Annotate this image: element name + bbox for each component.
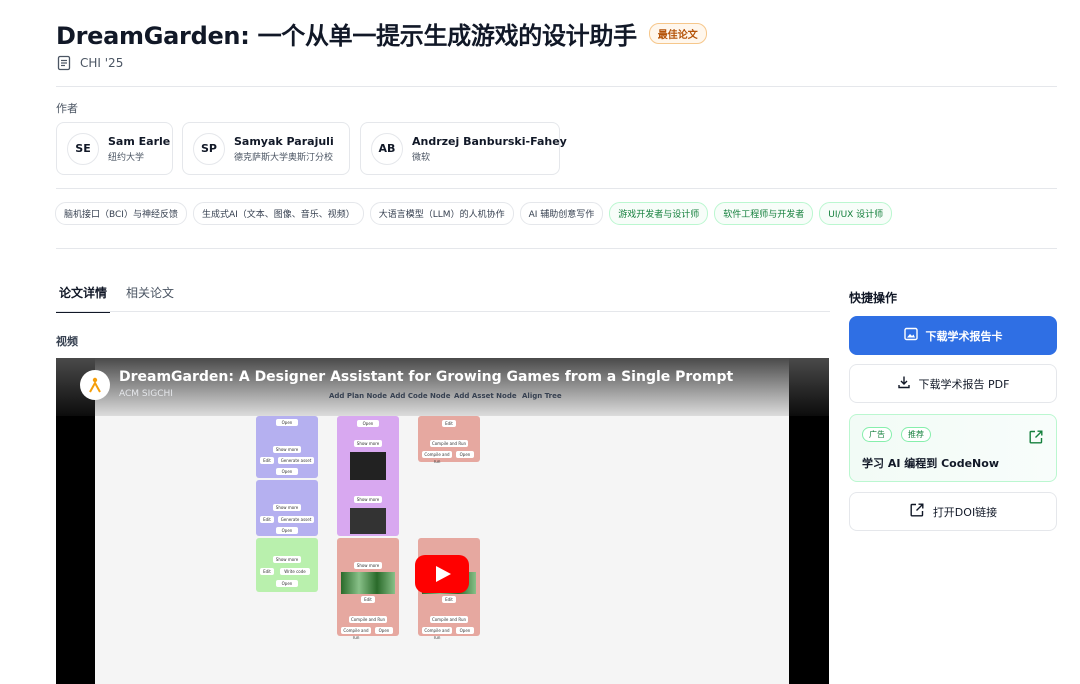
ad-tag: 广告 bbox=[862, 427, 892, 442]
venue-label: CHI '25 bbox=[80, 56, 124, 70]
plan-node: Open Show more Edit Generate asset Open bbox=[256, 416, 318, 478]
venue: CHI '25 bbox=[56, 55, 123, 71]
video-channel[interactable]: ACM SIGCHI bbox=[119, 389, 173, 399]
code-node: Show more Edit Write code Open bbox=[256, 538, 318, 592]
ad-card[interactable]: 广告 推荐 学习 AI 编程到 CodeNow bbox=[849, 414, 1057, 482]
download-report-card-button[interactable]: 下载学术报告卡 bbox=[849, 316, 1057, 355]
paper-title: DreamGarden: 一个从单一提示生成游戏的设计助手 bbox=[56, 22, 637, 50]
tag[interactable]: 生成式AI（文本、图像、音乐、视频） bbox=[192, 202, 364, 225]
image-icon bbox=[903, 327, 918, 344]
download-pdf-label: 下载学术报告 PDF bbox=[918, 377, 1010, 391]
video-header: DreamGarden: A Designer Assistant for Gr… bbox=[56, 358, 829, 416]
asset-node: Open Show more Show more bbox=[337, 416, 399, 536]
ad-title: 学习 AI 编程到 CodeNow bbox=[862, 457, 999, 470]
author-name: Sam Earle bbox=[108, 134, 171, 148]
tag-audience[interactable]: UI/UX 设计师 bbox=[819, 202, 893, 225]
video-player[interactable]: Open Show more Edit Generate asset Open … bbox=[56, 358, 829, 684]
content-tabs: 论文详情 相关论文 bbox=[56, 284, 174, 313]
download-icon bbox=[897, 375, 911, 392]
author-affiliation: 微软 bbox=[412, 152, 431, 163]
tabs-underline bbox=[56, 311, 830, 312]
author-card[interactable]: SP Samyak Parajuli 德克萨斯大学奥斯汀分校 bbox=[182, 122, 350, 175]
video-label: 视频 bbox=[56, 335, 78, 348]
external-link-icon bbox=[909, 502, 925, 521]
document-icon bbox=[56, 55, 72, 71]
author-card[interactable]: AB Andrzej Banburski-Fahey 微软 bbox=[360, 122, 567, 175]
channel-avatar-icon[interactable] bbox=[80, 370, 110, 400]
author-affiliation: 纽约大学 bbox=[108, 152, 145, 163]
divider bbox=[56, 86, 1057, 87]
author-name: Samyak Parajuli bbox=[234, 134, 334, 148]
code-node: Show more Edit Compile and Run Compile a… bbox=[337, 538, 399, 640]
tag-audience[interactable]: 软件工程师与开发者 bbox=[714, 202, 814, 225]
tab-related-papers[interactable]: 相关论文 bbox=[126, 284, 174, 313]
avatar: SP bbox=[193, 132, 225, 165]
best-paper-badge: 最佳论文 bbox=[648, 23, 707, 44]
quick-actions-title: 快捷操作 bbox=[849, 291, 898, 305]
tag[interactable]: 大语言模型（LLM）的人机协作 bbox=[369, 202, 514, 225]
external-link-icon bbox=[1028, 429, 1044, 449]
author-name: Andrzej Banburski-Fahey bbox=[412, 134, 567, 148]
tag[interactable]: AI 辅助创意写作 bbox=[519, 202, 604, 225]
video-menu-item: Add Code Node bbox=[390, 392, 451, 400]
play-button-icon[interactable] bbox=[415, 555, 469, 593]
open-doi-label: 打开DOI链接 bbox=[932, 505, 998, 519]
download-report-card-label: 下载学术报告卡 bbox=[925, 329, 1003, 343]
authors-label: 作者 bbox=[56, 102, 78, 115]
tag[interactable]: 脑机接口（BCI）与神经反馈 bbox=[55, 202, 187, 225]
avatar: AB bbox=[371, 132, 403, 165]
title-row: DreamGarden: 一个从单一提示生成游戏的设计助手 最佳论文 bbox=[56, 16, 707, 51]
divider bbox=[56, 188, 1057, 189]
code-node: Edit Compile and Run Compile and run Ope… bbox=[418, 416, 480, 464]
divider bbox=[56, 248, 1057, 249]
video-title[interactable]: DreamGarden: A Designer Assistant for Gr… bbox=[119, 369, 733, 385]
recommend-tag: 推荐 bbox=[901, 427, 931, 442]
author-affiliation: 德克萨斯大学奥斯汀分校 bbox=[234, 152, 334, 163]
plan-node: Show more Edit Generate asset Open bbox=[256, 480, 318, 536]
download-pdf-button[interactable]: 下载学术报告 PDF bbox=[849, 364, 1057, 403]
author-card[interactable]: SE Sam Earle 纽约大学 bbox=[56, 122, 173, 175]
tag-list: 脑机接口（BCI）与神经反馈 生成式AI（文本、图像、音乐、视频） 大语言模型（… bbox=[55, 202, 893, 225]
open-doi-button[interactable]: 打开DOI链接 bbox=[849, 492, 1057, 531]
video-menu-item: Add Asset Node bbox=[454, 392, 517, 400]
avatar: SE bbox=[67, 132, 99, 165]
video-menu-item: Add Plan Node bbox=[329, 392, 387, 400]
tab-paper-details[interactable]: 论文详情 bbox=[56, 284, 111, 313]
tag-audience[interactable]: 游戏开发者与设计师 bbox=[609, 202, 709, 225]
video-menu-item: Align Tree bbox=[522, 392, 562, 400]
